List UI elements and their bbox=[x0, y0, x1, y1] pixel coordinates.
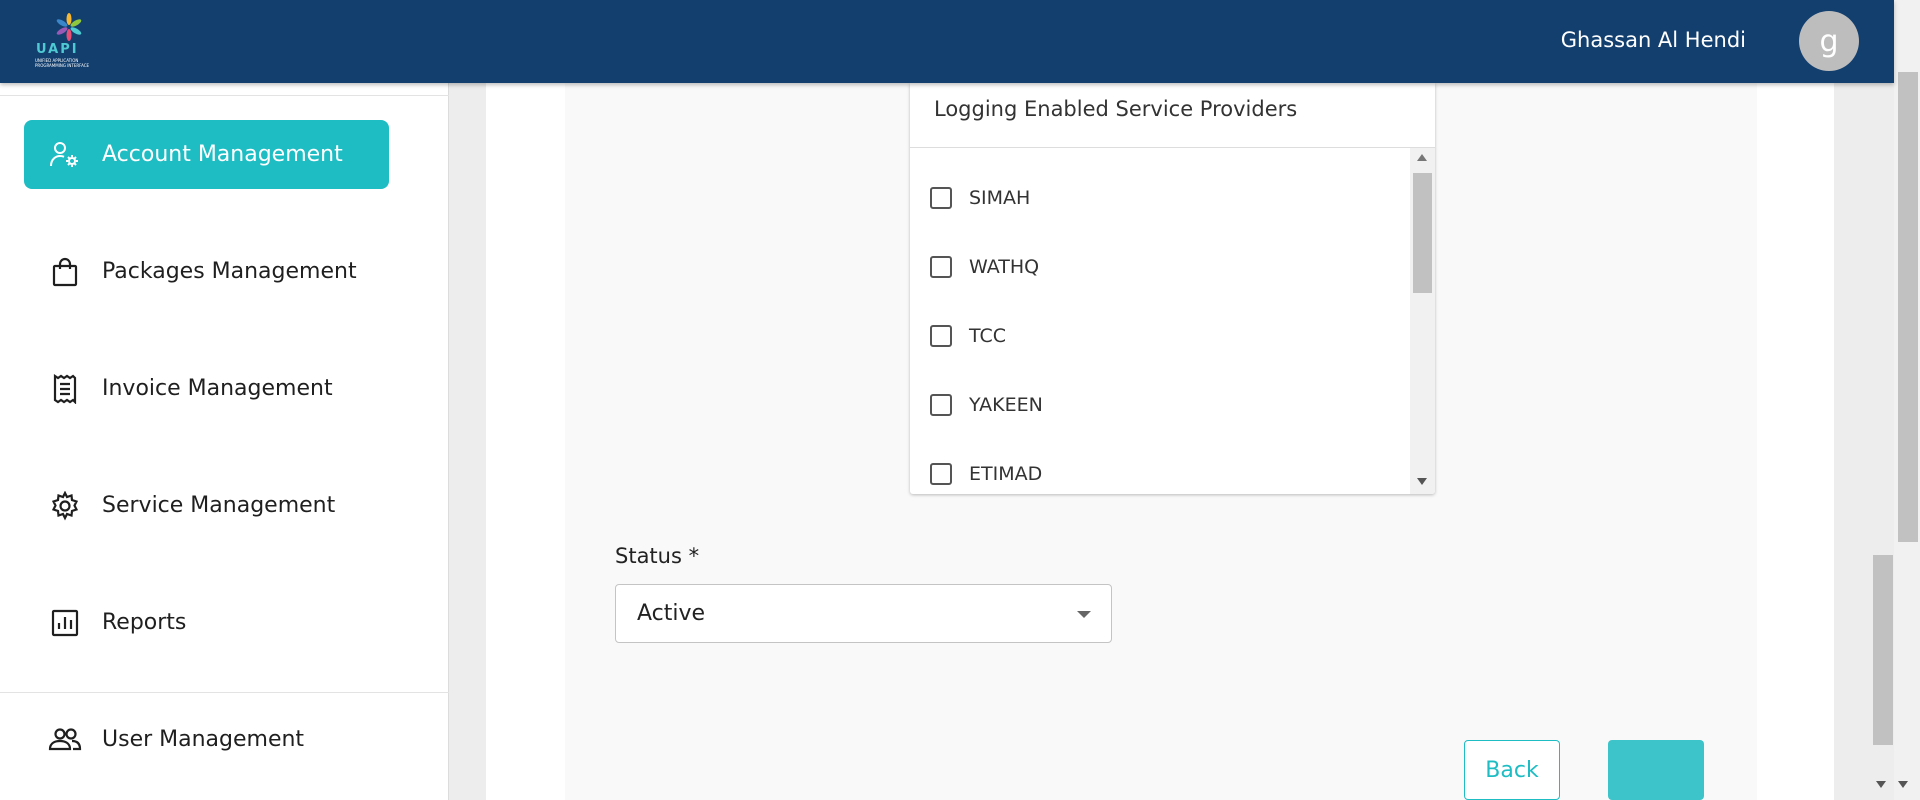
checkbox[interactable] bbox=[930, 325, 952, 347]
receipt-icon bbox=[48, 372, 82, 406]
page-scrollbar-thumb[interactable] bbox=[1873, 555, 1893, 745]
bar-chart-icon bbox=[48, 606, 82, 640]
checkbox[interactable] bbox=[930, 463, 952, 485]
app-header: UAPI Unified Application Programming Int… bbox=[0, 0, 1894, 83]
provider-option-wathq[interactable]: WATHQ bbox=[930, 247, 1039, 287]
gear-icon bbox=[48, 489, 82, 523]
sidebar-item-invoice-management[interactable]: Invoice Management bbox=[24, 354, 389, 423]
scroll-down-arrow-icon[interactable] bbox=[1876, 781, 1886, 788]
sidebar-item-service-management[interactable]: Service Management bbox=[24, 471, 389, 540]
sidebar-item-label: Account Management bbox=[102, 142, 343, 167]
status-select[interactable]: Active bbox=[615, 584, 1112, 643]
checkbox[interactable] bbox=[930, 394, 952, 416]
logging-providers-card: Logging Enabled Service Providers SIMAH … bbox=[910, 83, 1435, 494]
account-gear-icon bbox=[48, 138, 82, 172]
sidebar-item-packages-management[interactable]: Packages Management bbox=[24, 237, 389, 306]
provider-label: TCC bbox=[969, 325, 1007, 347]
caret-down-icon bbox=[1077, 611, 1091, 618]
logo-flower-icon bbox=[56, 13, 82, 41]
user-name[interactable]: Ghassan Al Hendi bbox=[1561, 28, 1746, 52]
sidebar-divider bbox=[0, 692, 449, 693]
scroll-down-arrow-icon[interactable] bbox=[1417, 478, 1427, 485]
sidebar-item-label: Service Management bbox=[102, 493, 336, 518]
status-label: Status * bbox=[615, 544, 700, 568]
providers-list[interactable]: SIMAH WATHQ TCC YAKEEN ETIMAD bbox=[910, 148, 1410, 494]
shopping-bag-icon bbox=[48, 255, 82, 289]
provider-label: WATHQ bbox=[969, 256, 1040, 278]
sidebar-item-label: Invoice Management bbox=[102, 376, 333, 401]
scroll-up-arrow-icon[interactable] bbox=[1417, 154, 1427, 161]
logo-subtitle: Unified Application Programming Interfac… bbox=[35, 58, 90, 68]
provider-label: SIMAH bbox=[969, 187, 1031, 209]
providers-scrollbar[interactable] bbox=[1410, 148, 1435, 494]
sidebar-item-label: Reports bbox=[102, 610, 187, 635]
status-selected-value: Active bbox=[637, 601, 706, 626]
sidebar-item-reports[interactable]: Reports bbox=[24, 588, 389, 657]
submit-button[interactable] bbox=[1608, 740, 1704, 800]
checkbox[interactable] bbox=[930, 187, 952, 209]
users-icon bbox=[48, 723, 82, 757]
window-scrollbar[interactable] bbox=[1894, 0, 1920, 800]
provider-option-simah[interactable]: SIMAH bbox=[930, 178, 1030, 218]
checkbox[interactable] bbox=[930, 256, 952, 278]
logo-wordmark: UAPI bbox=[36, 42, 79, 57]
scroll-down-arrow-icon[interactable] bbox=[1898, 781, 1908, 788]
provider-option-etimad[interactable]: ETIMAD bbox=[930, 454, 1042, 494]
uapi-logo[interactable]: UAPI Unified Application Programming Int… bbox=[34, 10, 104, 72]
sidebar-divider bbox=[0, 95, 449, 96]
sidebar: Account Management Packages Management I… bbox=[0, 83, 449, 800]
provider-option-yakeen[interactable]: YAKEEN bbox=[930, 385, 1043, 425]
scrollbar-thumb[interactable] bbox=[1898, 72, 1918, 542]
providers-title: Logging Enabled Service Providers bbox=[934, 97, 1298, 121]
provider-label: YAKEEN bbox=[969, 394, 1043, 416]
sidebar-item-label: Packages Management bbox=[102, 259, 357, 284]
provider-label: ETIMAD bbox=[969, 463, 1043, 485]
sidebar-item-label: User Management bbox=[102, 727, 305, 752]
avatar[interactable]: g bbox=[1799, 11, 1859, 71]
back-button[interactable]: Back bbox=[1464, 740, 1560, 800]
scrollbar-thumb[interactable] bbox=[1413, 173, 1432, 293]
sidebar-item-account-management[interactable]: Account Management bbox=[24, 120, 389, 189]
provider-option-tcc[interactable]: TCC bbox=[930, 316, 1006, 356]
sidebar-item-user-management[interactable]: User Management bbox=[24, 705, 389, 774]
